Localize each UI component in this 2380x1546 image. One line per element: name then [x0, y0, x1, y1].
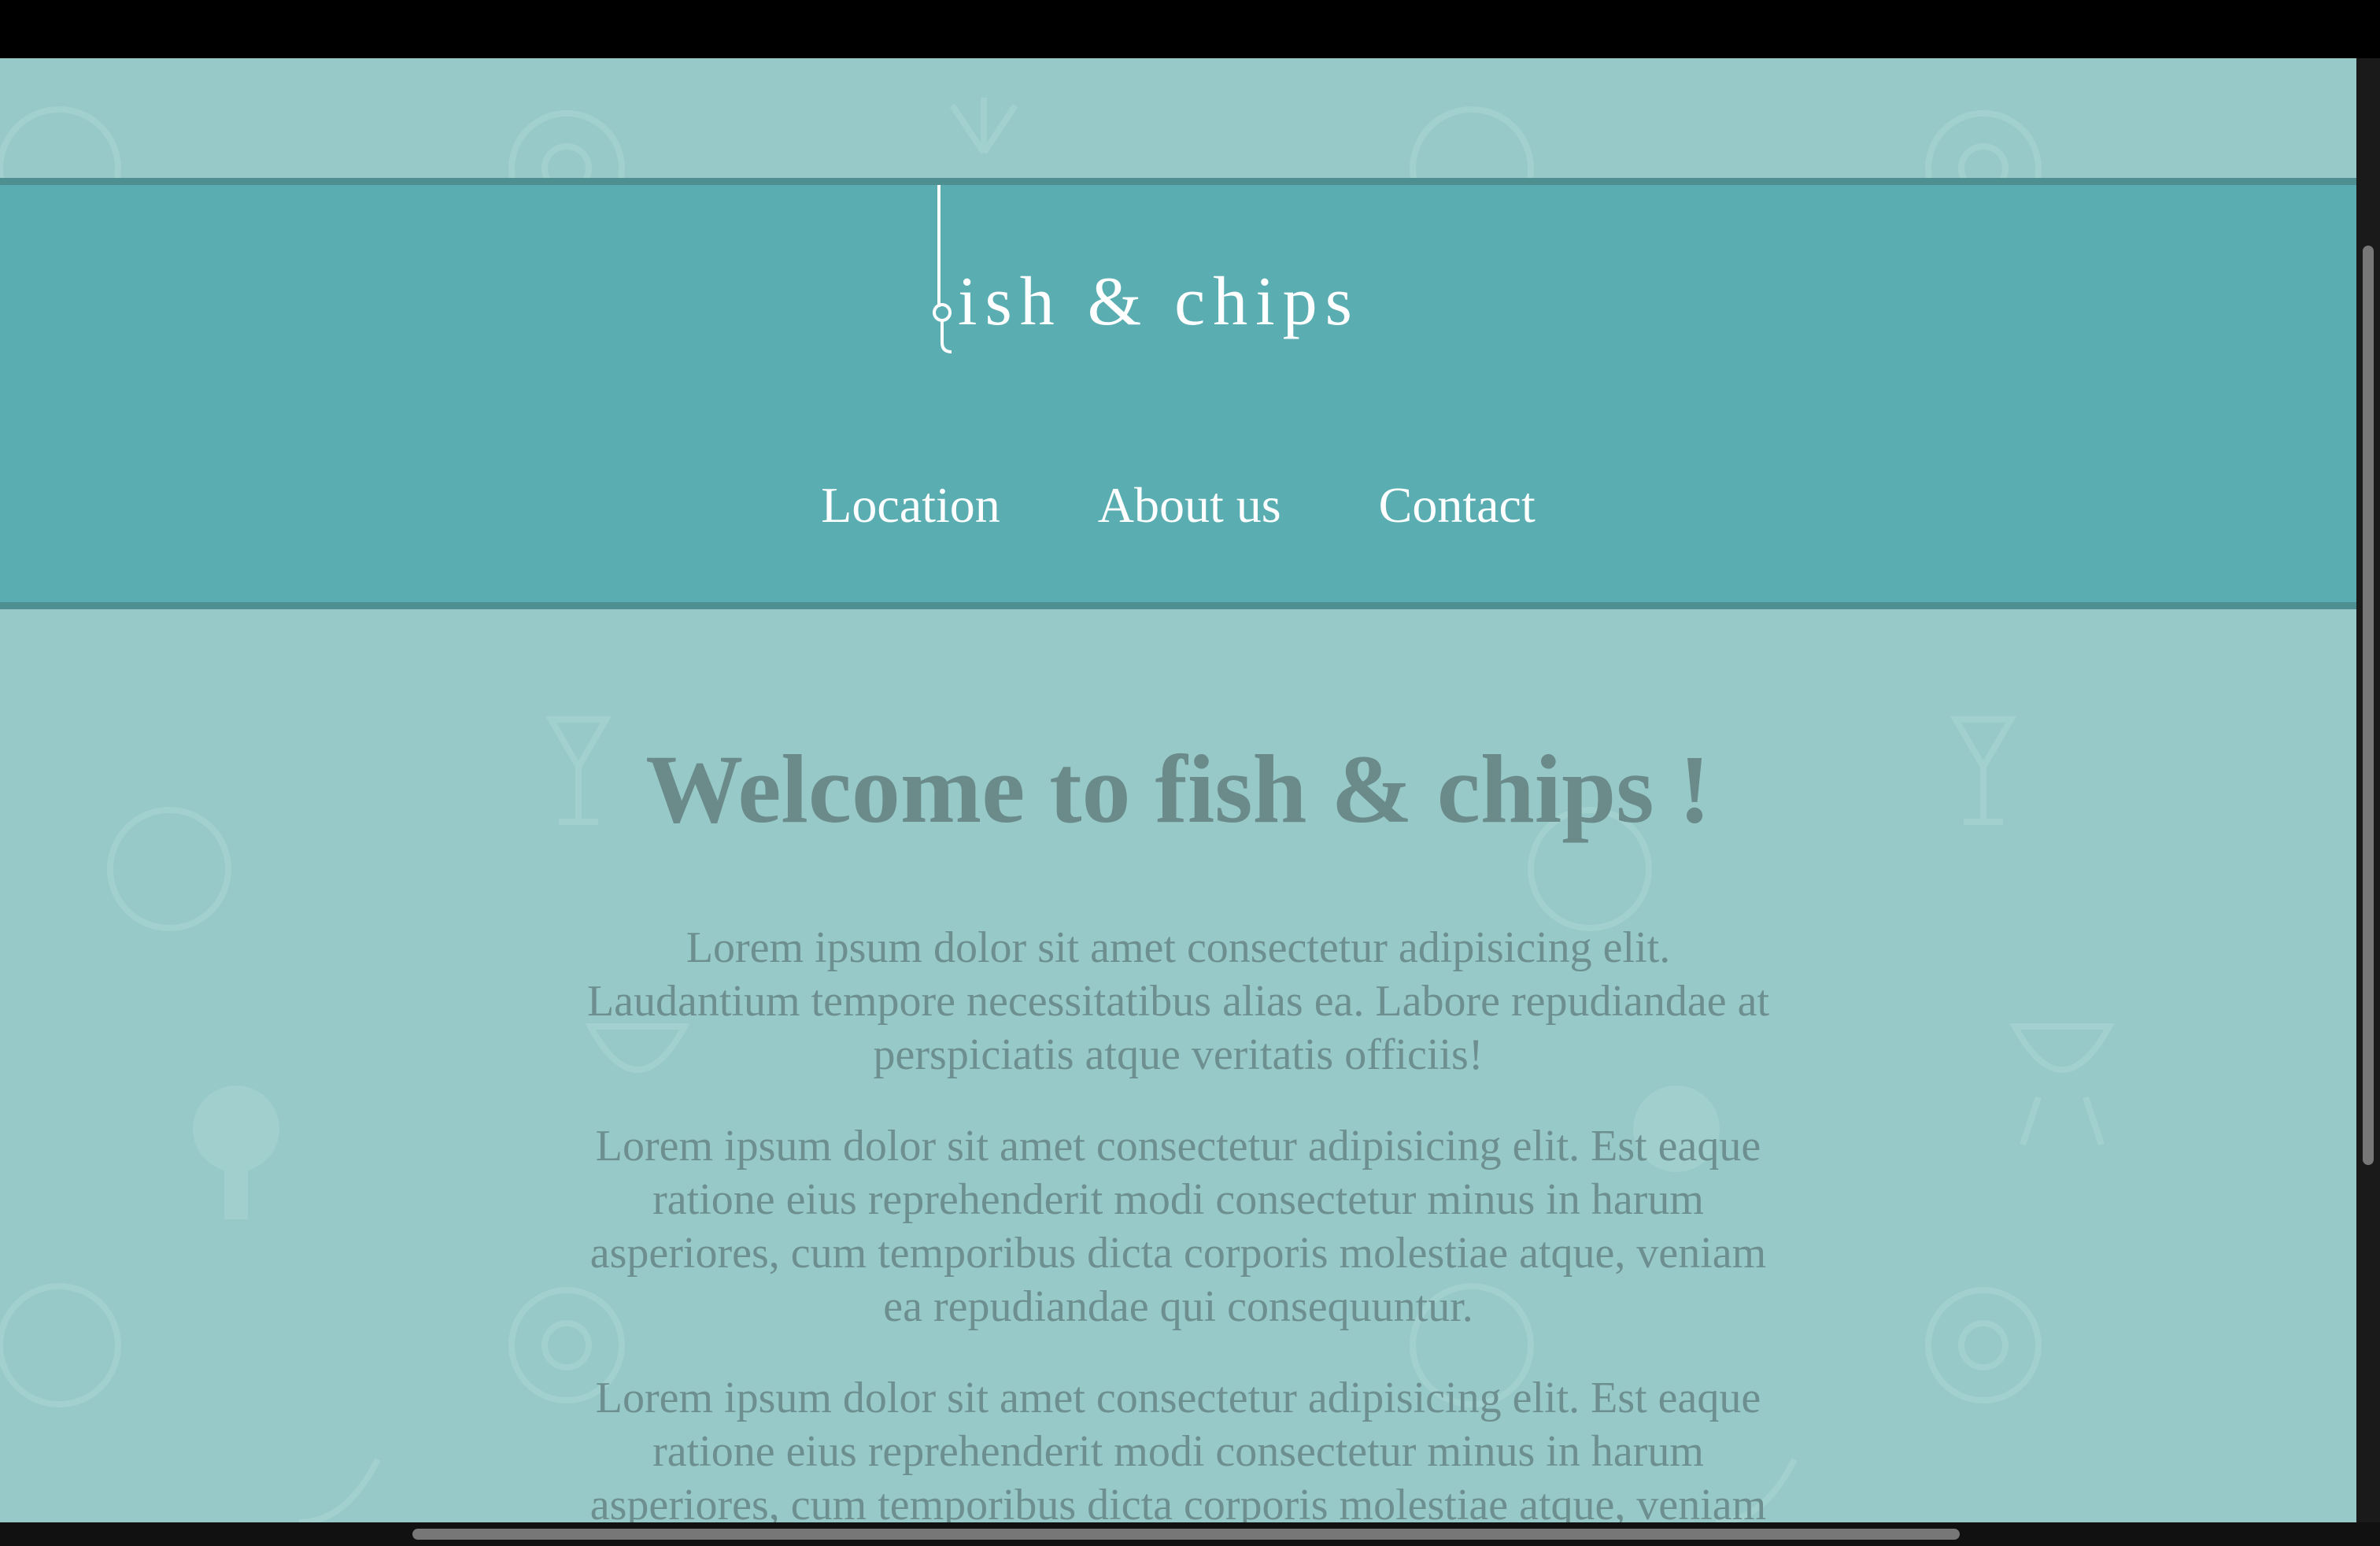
body-paragraph: Lorem ipsum dolor sit amet consectetur a… — [589, 1374, 1767, 1522]
page-title: Welcome to fish & chips ! — [645, 735, 1711, 843]
browser-viewport: ish & chips Location About us Contact We… — [0, 58, 2356, 1522]
body-paragraph: Lorem ipsum dolor sit amet consectetur a… — [589, 1122, 1767, 1331]
vertical-scrollbar-thumb[interactable] — [2363, 246, 2374, 1165]
logo-text: ish & chips — [958, 264, 1360, 340]
main-content: Welcome to fish & chips ! Lorem ipsum do… — [0, 734, 2356, 1522]
fishing-line-icon — [937, 185, 941, 307]
horizontal-scrollbar-thumb[interactable] — [412, 1529, 1960, 1540]
nav-link-contact[interactable]: Contact — [1379, 476, 1536, 534]
fish-hook-icon — [933, 303, 952, 353]
main-nav: Location About us Contact — [0, 476, 2356, 534]
nav-link-location[interactable]: Location — [821, 476, 1000, 534]
vertical-scrollbar[interactable] — [2356, 58, 2380, 1522]
nav-link-about-us[interactable]: About us — [1098, 476, 1281, 534]
intro-paragraph: Lorem ipsum dolor sit amet consectetur a… — [586, 923, 1770, 1079]
site-header: ish & chips Location About us Contact — [0, 178, 2356, 609]
site-logo[interactable]: ish & chips — [925, 185, 1397, 390]
pineapple-icon — [949, 98, 1018, 155]
horizontal-scrollbar[interactable] — [0, 1522, 2380, 1546]
